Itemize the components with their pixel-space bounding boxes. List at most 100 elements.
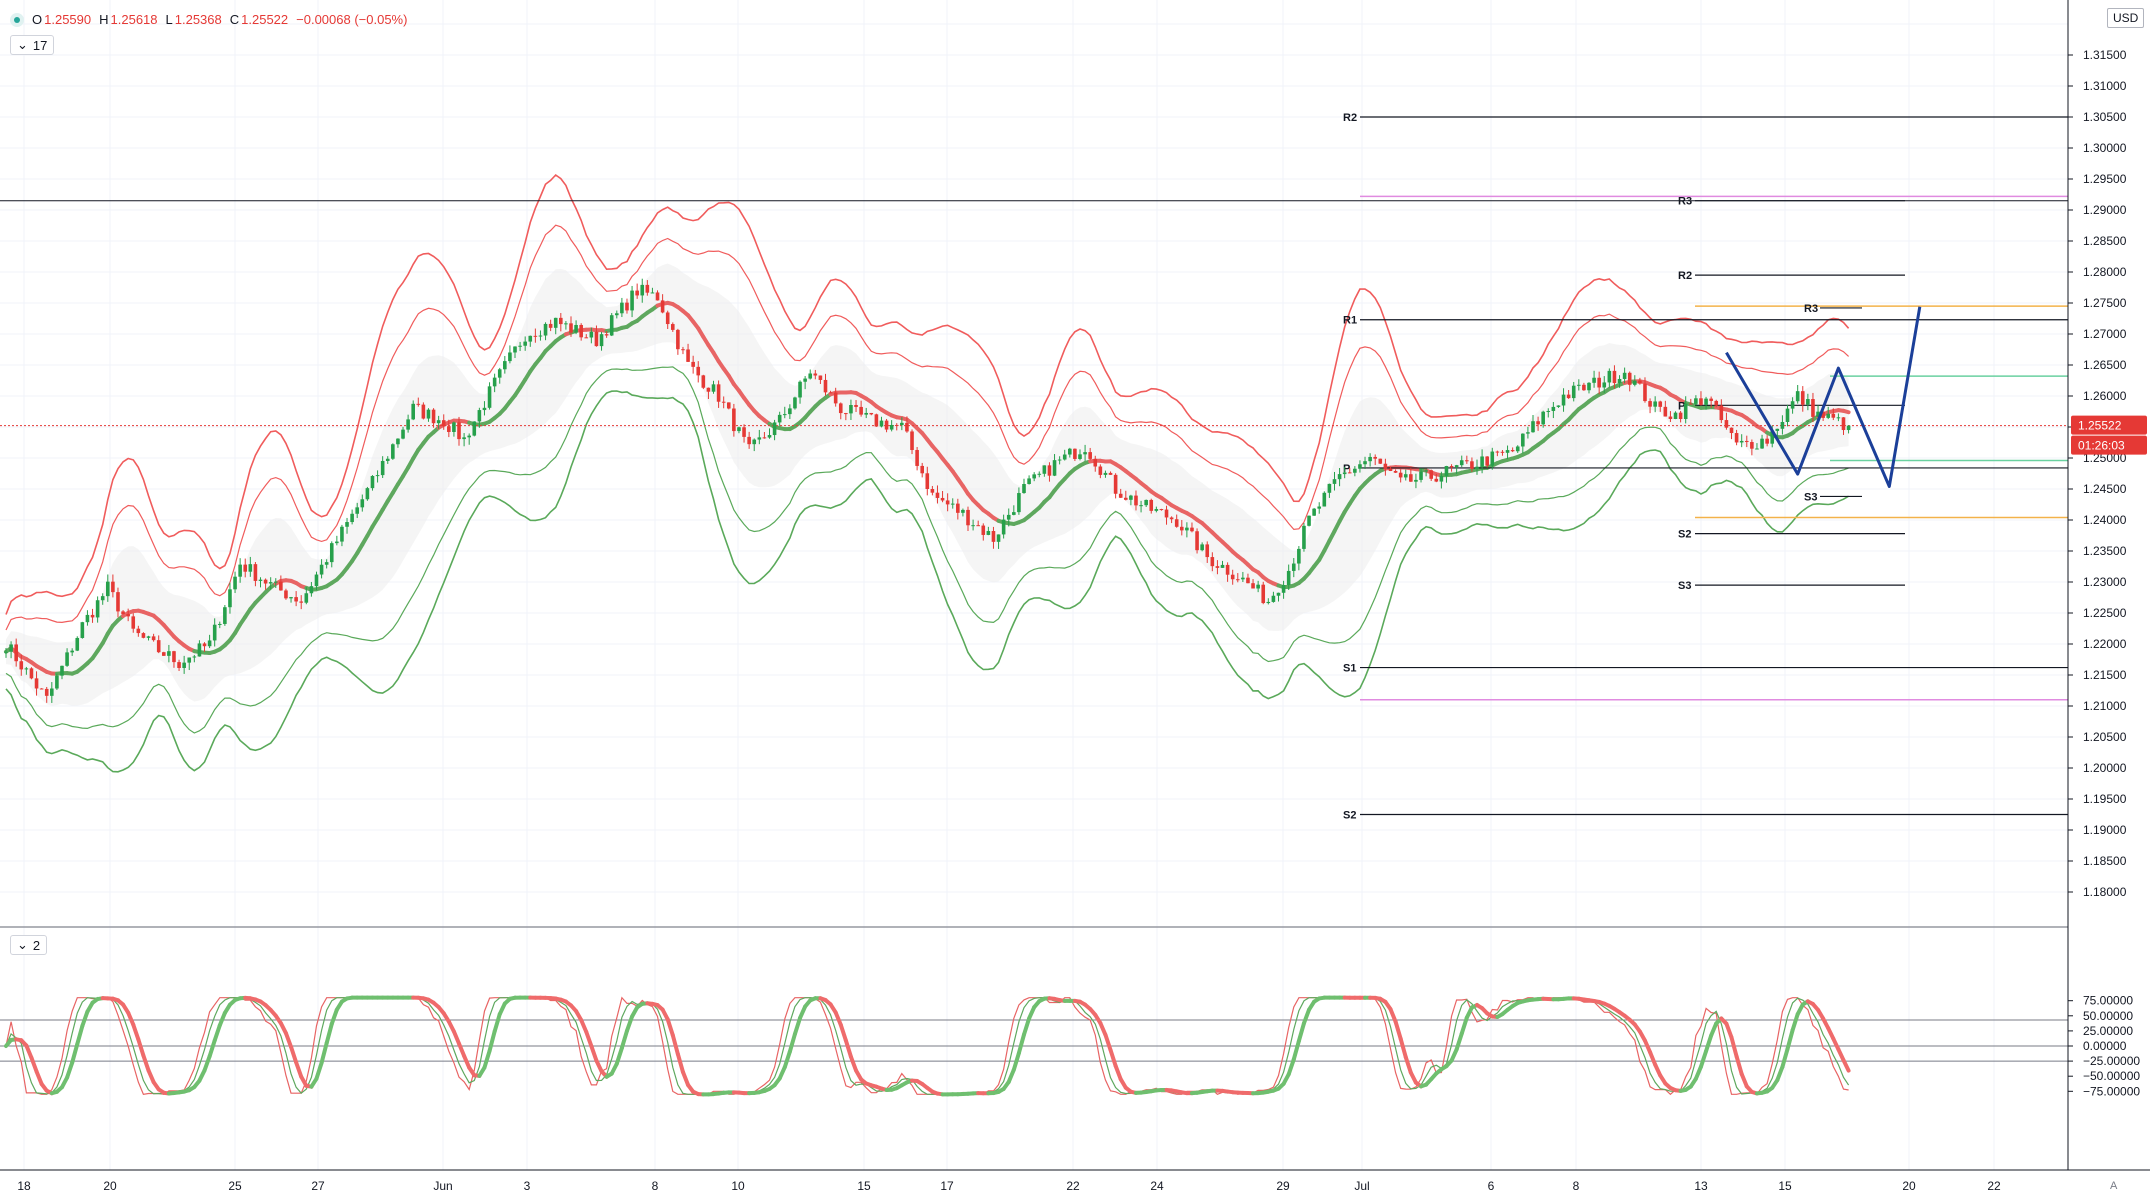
candle-body <box>1505 450 1510 453</box>
candle-body <box>167 651 171 656</box>
open-label: O <box>32 12 43 27</box>
candle-body <box>828 392 833 394</box>
candle-body <box>304 593 309 603</box>
candle-body <box>879 420 884 427</box>
candle-body <box>798 381 802 398</box>
candle-body <box>146 636 151 638</box>
candle-body <box>1363 461 1367 465</box>
candle-body <box>1439 475 1444 482</box>
candle-body <box>60 665 64 676</box>
candle-body <box>1429 470 1433 479</box>
candle-body <box>706 387 711 392</box>
candle-body <box>645 284 650 293</box>
monthly-pivot-r1-label: R1 <box>1343 315 1357 327</box>
candle-body <box>589 331 594 338</box>
candle-body <box>248 564 253 572</box>
candle-body <box>401 429 405 439</box>
candle-body <box>1546 410 1551 412</box>
candle-body <box>1485 456 1489 466</box>
monthly-pivot-r2-label: R2 <box>1343 112 1357 124</box>
candle-body <box>1108 472 1113 475</box>
currency-label[interactable]: USD <box>2107 8 2145 28</box>
candle-body <box>1617 378 1622 384</box>
candle-body <box>1459 460 1464 466</box>
candle-body <box>487 386 492 408</box>
candle-body <box>1592 377 1596 383</box>
candle-body <box>1022 483 1026 494</box>
time-tick-label: 25 <box>228 1179 242 1193</box>
oscillator-tick-label: 50.00000 <box>2083 1009 2133 1023</box>
candle-body <box>584 337 589 339</box>
timer-tag: 01:26:03 <box>2078 439 2125 453</box>
candle-body <box>1205 544 1210 558</box>
candle-body <box>930 489 935 493</box>
price-tick-label: 1.22500 <box>2083 606 2127 620</box>
candle-body <box>1744 440 1749 443</box>
candle-body <box>1734 433 1739 443</box>
candle-body <box>375 475 380 477</box>
candle-body <box>1475 466 1479 469</box>
candle-body <box>1185 527 1189 531</box>
price-tick-label: 1.23000 <box>2083 575 2127 589</box>
oscillator-toggle[interactable]: ⌄ 2 <box>10 935 48 955</box>
candle-body <box>1398 472 1403 478</box>
candle-body <box>625 302 629 311</box>
candle-body <box>1627 372 1632 385</box>
candle-body <box>243 564 248 572</box>
candle-body <box>528 335 533 342</box>
candle-body <box>782 414 787 416</box>
candle-body <box>1327 483 1332 493</box>
candle-body <box>1785 408 1790 422</box>
indicators-toggle[interactable]: ⌄ 17 <box>10 35 55 55</box>
candle-body <box>1633 380 1637 385</box>
candle-body <box>44 688 49 696</box>
candle-body <box>19 661 24 670</box>
candle-body <box>284 590 288 599</box>
candle-body <box>177 662 181 668</box>
candle-body <box>1587 382 1591 391</box>
candle-body <box>1449 466 1454 468</box>
price-chart[interactable]: R3R2R1PS1S2R3R2PS2S3R3S3 1.180001.185001… <box>0 0 2150 1203</box>
candle-body <box>131 616 136 629</box>
candle-body <box>1276 592 1281 596</box>
candle-body <box>1179 526 1184 531</box>
candle-body <box>956 503 960 513</box>
price-tick-label: 1.23500 <box>2083 544 2127 558</box>
candle-body <box>1307 515 1311 526</box>
candle-body <box>1795 391 1800 402</box>
time-tick-label: 20 <box>1902 1179 1916 1193</box>
candle-body <box>319 564 324 575</box>
candle-body <box>1317 506 1322 509</box>
candle-body <box>1699 398 1703 405</box>
candle-body <box>1515 446 1520 452</box>
candle-body <box>508 352 512 362</box>
candle-body <box>1358 464 1362 469</box>
candle-body <box>273 581 278 583</box>
price-tick-label: 1.18500 <box>2083 854 2127 868</box>
candle-body <box>141 633 146 638</box>
candle-body <box>1622 372 1627 379</box>
candle-body <box>1149 499 1154 511</box>
candle-body <box>701 375 706 388</box>
candle-body <box>1103 472 1108 475</box>
change-value: −0.00068 (−0.05%) <box>296 12 408 27</box>
candle-body <box>1826 413 1831 418</box>
time-tick-label: 6 <box>1488 1179 1495 1193</box>
candle-body <box>1154 509 1159 511</box>
candle-body <box>849 405 853 414</box>
candle-body <box>640 284 645 296</box>
price-tick-label: 1.19500 <box>2083 792 2127 806</box>
candle-body <box>1302 525 1306 549</box>
price-tick-label: 1.26500 <box>2083 358 2127 372</box>
candle-body <box>894 424 899 426</box>
candle-body <box>1266 601 1271 604</box>
auto-scale-button[interactable]: A <box>2110 1180 2117 1192</box>
candle-body <box>1042 465 1047 474</box>
candle-body <box>65 652 69 666</box>
price-tick-label: 1.20500 <box>2083 730 2127 744</box>
candle-body <box>462 437 466 440</box>
candle-body <box>1403 474 1408 478</box>
oscillator-tick-label: −75.00000 <box>2083 1084 2140 1098</box>
candle-body <box>380 460 385 476</box>
time-tick-label: Jun <box>433 1179 452 1193</box>
